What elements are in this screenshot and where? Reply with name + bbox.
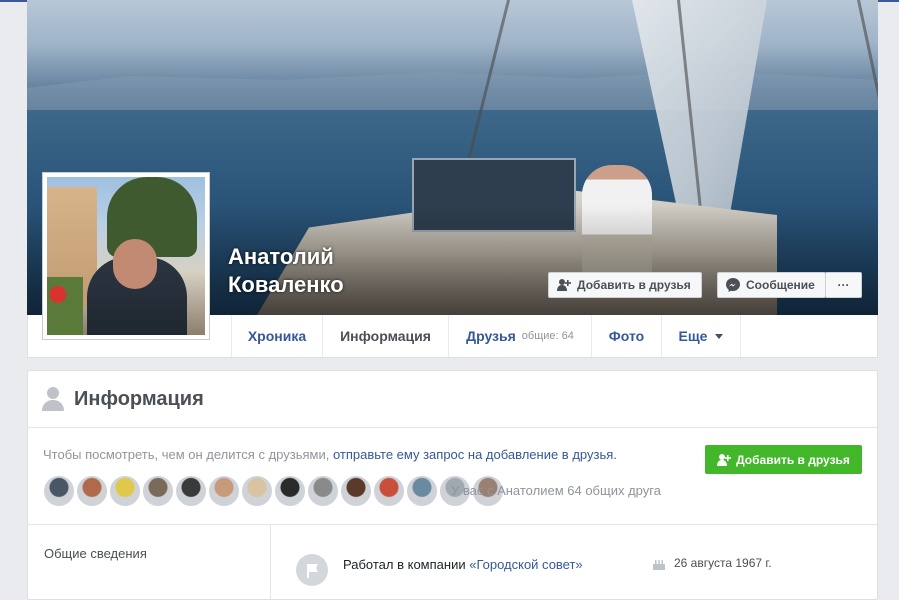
profile-picture[interactable] [42, 172, 210, 340]
tab-chronicle[interactable]: Хроника [231, 315, 322, 357]
birthday-text: 26 августа 1967 г. [674, 556, 772, 570]
birthday-cake-icon [653, 560, 665, 570]
info-card-header: Информация [28, 371, 877, 428]
tab-more[interactable]: Еще [661, 315, 741, 357]
mutual-friend-avatar[interactable] [142, 475, 174, 507]
work-entry: Работал в компании «Городской совет» [343, 557, 583, 572]
tab-info[interactable]: Информация [322, 315, 448, 357]
mutual-friend-avatar[interactable] [340, 475, 372, 507]
more-dots-icon: ··· [837, 278, 850, 292]
mutual-friend-avatar[interactable] [373, 475, 405, 507]
photo-flowers [47, 277, 83, 335]
tab-friends[interactable]: Друзья общие: 64 [448, 315, 591, 357]
tab-photos[interactable]: Фото [591, 315, 661, 357]
profile-name[interactable]: Анатолий Коваленко [228, 243, 344, 299]
add-friend-green-button[interactable]: Добавить в друзья [705, 445, 862, 474]
mutual-friend-avatar[interactable] [109, 475, 141, 507]
info-left-column [28, 524, 271, 599]
mutual-friends-avatars [43, 475, 504, 507]
tab-more-label: Еще [678, 328, 708, 344]
tab-chronicle-label: Хроника [247, 328, 307, 344]
friend-request-text: Чтобы посмотреть, чем он делится с друзь… [43, 447, 617, 462]
mutual-friend-avatar[interactable] [406, 475, 438, 507]
work-prefix: Работал в компании [343, 557, 466, 572]
add-friend-icon [717, 453, 732, 466]
info-card: Информация Чтобы посмотреть, чем он дели… [27, 370, 878, 600]
add-friend-green-label: Добавить в друзья [736, 452, 850, 467]
mutual-friend-avatar[interactable] [43, 475, 75, 507]
friend-request-prefix: Чтобы посмотреть, чем он делится с друзь… [43, 447, 330, 462]
mutual-friend-avatar[interactable] [307, 475, 339, 507]
mutual-friend-avatar[interactable] [208, 475, 240, 507]
mutual-friends-text: У вас с Анатолием 64 общих друга [451, 483, 661, 498]
photo-person-head [113, 239, 157, 289]
messenger-icon [726, 278, 740, 292]
overview-nav-item[interactable]: Общие сведения [44, 546, 147, 561]
tab-info-label: Информация [340, 328, 431, 344]
profile-name-last: Коваленко [228, 272, 344, 297]
work-company-link[interactable]: «Городской совет» [469, 557, 582, 572]
add-friend-button[interactable]: Добавить в друзья [548, 272, 702, 298]
profile-name-first: Анатолий [228, 244, 334, 269]
profile-photo [47, 177, 205, 335]
friend-request-link[interactable]: отправьте ему запрос на добавление в дру… [333, 447, 617, 462]
mutual-friend-avatar[interactable] [274, 475, 306, 507]
tab-friends-label: Друзья [466, 328, 516, 344]
chevron-down-icon [715, 333, 724, 339]
mutual-friend-avatar[interactable] [241, 475, 273, 507]
tab-friends-mutual-count: общие: 64 [521, 330, 574, 342]
mutual-friend-avatar[interactable] [175, 475, 207, 507]
message-button[interactable]: Сообщение [717, 272, 826, 298]
person-icon [42, 387, 64, 411]
info-card-title: Информация [74, 387, 204, 410]
add-friend-label: Добавить в друзья [577, 278, 691, 292]
add-friend-icon [557, 279, 571, 291]
more-options-button[interactable]: ··· [825, 272, 862, 298]
tab-photos-label: Фото [608, 328, 645, 344]
work-icon [296, 554, 328, 586]
message-label: Сообщение [746, 278, 815, 292]
mutual-friend-avatar[interactable] [76, 475, 108, 507]
